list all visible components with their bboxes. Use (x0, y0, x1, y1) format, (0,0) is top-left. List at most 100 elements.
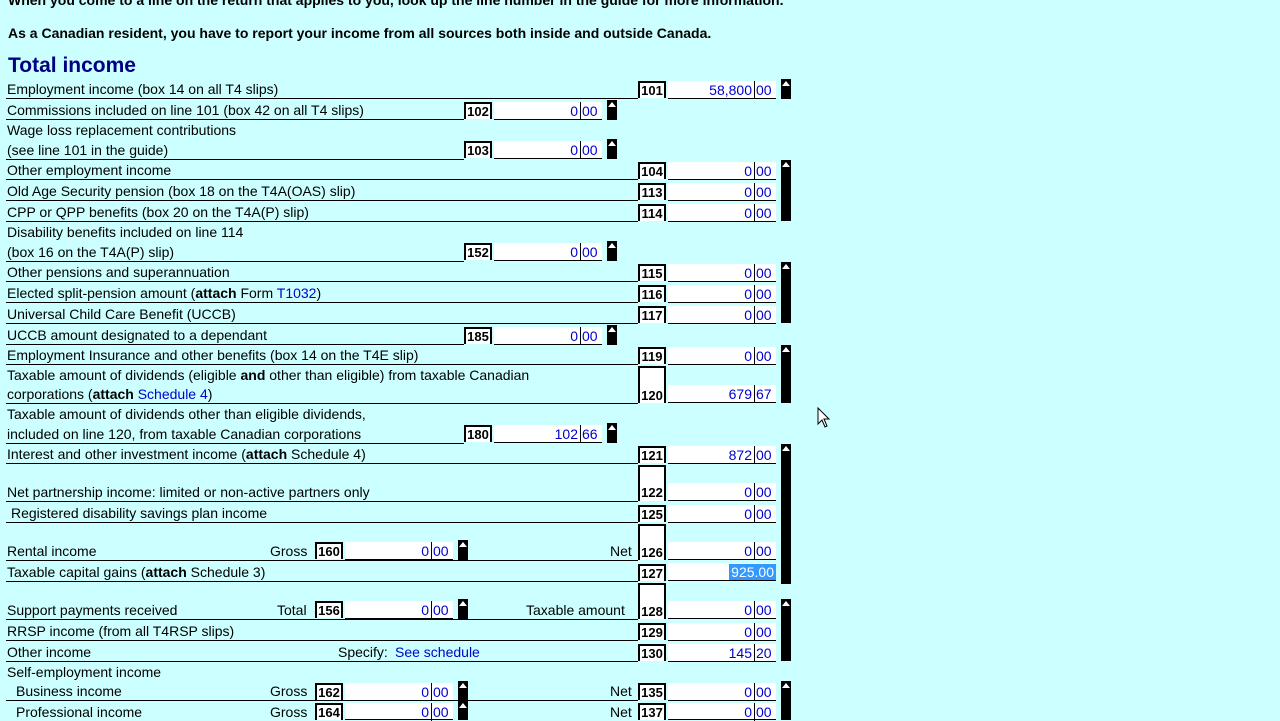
line-box-113: 113 (638, 183, 666, 200)
selected-amount: 925.00 (729, 564, 776, 580)
spin-up-icon[interactable] (607, 241, 617, 261)
label-126: Rental income (7, 543, 97, 559)
amount-field-164[interactable]: 0 00 (345, 703, 453, 721)
line-box-121: 121 (638, 446, 666, 463)
label-129: RRSP income (from all T4RSP slips) (7, 623, 235, 639)
spin-up-icon[interactable] (458, 540, 468, 560)
amount-field-185[interactable]: 0 00 (494, 327, 602, 345)
spin-up-icon[interactable] (781, 345, 791, 403)
line-box-102: 102 (464, 102, 492, 119)
spin-up-icon[interactable] (607, 325, 617, 345)
label-137: Professional income (16, 704, 143, 720)
line-box-104: 104 (638, 162, 666, 179)
label-115: Other pensions and superannuation (7, 264, 230, 280)
spin-up-icon[interactable] (781, 262, 791, 323)
line-box-137: 137 (638, 703, 666, 720)
label-116: Elected split-pension amount (attach For… (7, 285, 322, 301)
gross-label: Gross (270, 683, 308, 699)
amount-field-129[interactable]: 0 00 (668, 623, 776, 641)
label-152-line1: Disability benefits included on line 114 (7, 224, 244, 240)
line-box-152: 152 (464, 243, 492, 260)
label-121: Interest and other investment income (at… (7, 446, 366, 462)
line-box-120: 120 (638, 366, 666, 403)
line-box-117: 117 (638, 306, 666, 323)
amount-field-128[interactable]: 0 00 (668, 601, 776, 619)
amount-field-121[interactable]: 872 00 (668, 446, 776, 464)
line-box-125: 125 (638, 505, 666, 522)
amount-field-160[interactable]: 0 00 (345, 542, 453, 560)
amount-field-130[interactable]: 145 20 (668, 644, 776, 662)
amount-field-120[interactable]: 679 67 (668, 385, 776, 403)
line-box-101: 101 (638, 81, 666, 98)
spin-up-icon[interactable] (781, 79, 791, 99)
amount-field-180[interactable]: 102 66 (494, 425, 602, 443)
amount-field-122[interactable]: 0 00 (668, 483, 776, 501)
amount-field-113[interactable]: 0 00 (668, 183, 776, 201)
label-101: Employment income (box 14 on all T4 slip… (7, 81, 279, 97)
line-box-129: 129 (638, 623, 666, 640)
amount-field-137[interactable]: 0 00 (668, 703, 776, 721)
amount-field-125[interactable]: 0 00 (668, 505, 776, 523)
total-label: Total (277, 602, 307, 618)
line-box-126: 126 (638, 524, 666, 560)
spin-up-icon[interactable] (607, 139, 617, 159)
amount-field-114[interactable]: 0 00 (668, 204, 776, 222)
label-152-line2: (box 16 on the T4A(P) slip) (7, 244, 175, 260)
amount-field-126[interactable]: 0 00 (668, 542, 776, 560)
line-box-185: 185 (464, 327, 492, 344)
label-113: Old Age Security pension (box 18 on the … (7, 183, 356, 199)
line-box-116: 116 (638, 285, 666, 302)
spin-up-icon[interactable] (458, 599, 468, 619)
amount-field-116[interactable]: 0 00 (668, 285, 776, 303)
taxable-amount-label: Taxable amount (526, 602, 625, 618)
gross-label: Gross (270, 704, 308, 720)
spin-up-icon[interactable] (781, 599, 791, 661)
net-label: Net (610, 683, 632, 699)
spin-up-icon[interactable] (781, 444, 791, 584)
amount-field-127[interactable]: 925.00 (668, 563, 776, 581)
label-119: Employment Insurance and other benefits … (7, 347, 419, 363)
amount-field-162[interactable]: 0 00 (345, 683, 453, 701)
net-label: Net (610, 704, 632, 720)
label-180-line2: included on line 120, from taxable Canad… (7, 426, 362, 442)
amount-field-119[interactable]: 0 00 (668, 347, 776, 365)
specify-value[interactable]: See schedule (395, 644, 480, 660)
amount-field-135[interactable]: 0 00 (668, 683, 776, 701)
label-135: Business income (16, 683, 122, 699)
line-box-135: 135 (638, 683, 666, 700)
spin-up-icon[interactable] (607, 423, 617, 443)
label-122: Net partnership income: limited or non-a… (7, 484, 370, 500)
amount-field-101[interactable]: 58,800 00 (668, 81, 776, 99)
label-127: Taxable capital gains (attach Schedule 3… (7, 564, 266, 580)
self-employment-label: Self-employment income (7, 664, 162, 680)
spin-up-icon[interactable] (607, 100, 617, 120)
spin-up-icon[interactable] (781, 681, 791, 720)
label-185: UCCB amount designated to a dependant (7, 327, 267, 343)
label-103-line1: Wage loss replacement contributions (7, 122, 237, 138)
amount-field-102[interactable]: 0 00 (494, 102, 602, 120)
label-125: Registered disability savings plan incom… (11, 505, 268, 521)
gross-label: Gross (270, 543, 308, 559)
amount-field-156[interactable]: 0 00 (345, 601, 453, 619)
spin-up-icon[interactable] (781, 160, 791, 221)
specify-label: Specify: (338, 644, 388, 660)
amount-field-103[interactable]: 0 00 (494, 141, 602, 159)
section-title: Total income (8, 54, 136, 77)
label-117: Universal Child Care Benefit (UCCB) (7, 306, 236, 322)
amount-field-104[interactable]: 0 00 (668, 162, 776, 180)
label-130: Other income (7, 644, 92, 660)
amount-field-152[interactable]: 0 00 (494, 243, 602, 261)
label-103-line2: (see line 101 in the guide) (7, 142, 169, 158)
label-114: CPP or QPP benefits (box 20 on the T4A(P… (7, 204, 309, 220)
label-180-line1: Taxable amount of dividends other than e… (7, 406, 366, 422)
line-box-180: 180 (464, 425, 492, 442)
line-box-114: 114 (638, 204, 666, 221)
amount-field-115[interactable]: 0 00 (668, 264, 776, 282)
amount-field-117[interactable]: 0 00 (668, 306, 776, 324)
spin-up-icon[interactable] (458, 681, 468, 701)
t1032-link[interactable]: T1032 (277, 285, 317, 301)
spin-up-icon[interactable] (458, 701, 468, 720)
line-box-122: 122 (638, 465, 666, 501)
schedule-4-link[interactable]: Schedule 4 (134, 386, 208, 402)
label-120-line1: Taxable amount of dividends (eligible an… (7, 367, 530, 383)
